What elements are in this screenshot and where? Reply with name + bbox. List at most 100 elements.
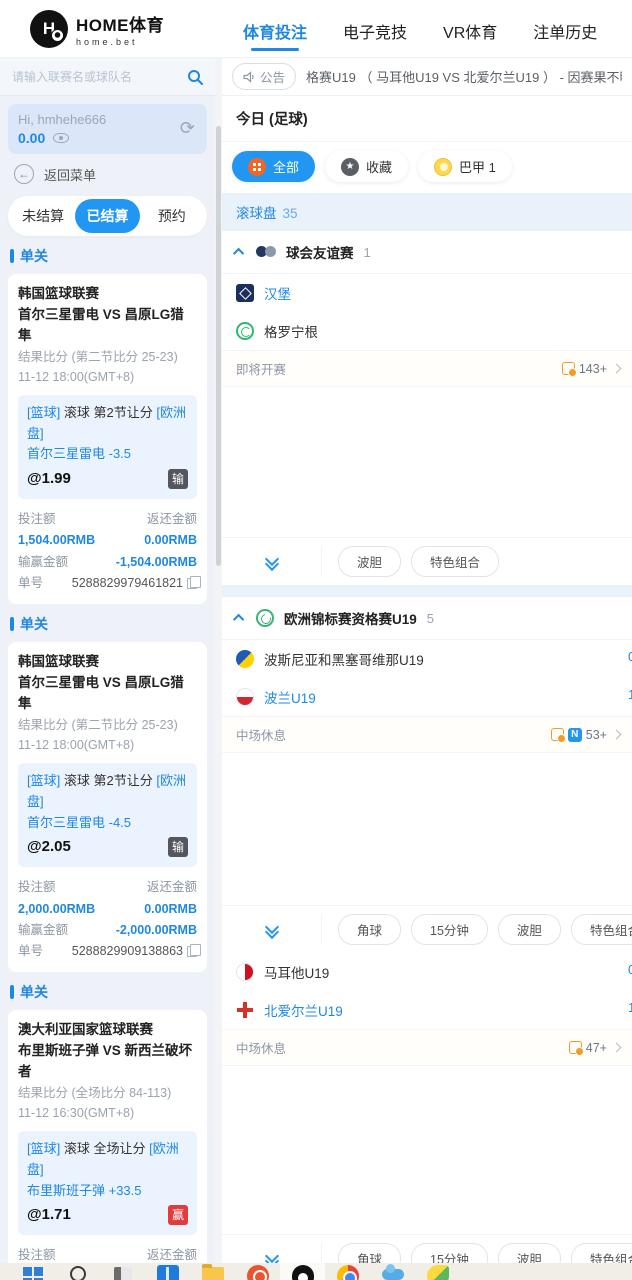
market-chip[interactable]: 波胆 (338, 546, 402, 577)
back-to-menu-label: 返回菜单 (44, 167, 97, 183)
bet-card: 韩国篮球联赛 首尔三星雷电 VS 昌原LG猎隼 结果比分 (第二节比分 25-2… (8, 274, 207, 605)
bet-time: 11-12 16:30(GMT+8) (18, 1106, 135, 1121)
sidebar-scrollbar[interactable] (215, 58, 222, 1280)
outcome-badge: 输 (168, 837, 188, 858)
main-nav: 体育投注 电子竞技 VR体育 注单历史 赛果 (243, 3, 632, 55)
collapse-chevron-icon[interactable] (232, 247, 245, 260)
taskbar-cloud-app[interactable] (370, 1263, 415, 1280)
team-row-home[interactable]: 马耳他U19 0 (222, 953, 632, 991)
chevron-right-icon[interactable] (611, 363, 622, 374)
taskbar-search-icon (69, 1266, 86, 1280)
double-chevron-down-icon (266, 924, 278, 936)
nav-sports-betting[interactable]: 体育投注 (243, 3, 307, 55)
bet-odds: @1.71 (27, 1206, 71, 1224)
announcement-badge: 公告 (232, 63, 297, 90)
bet-selection-box: [篮球] 滚球 第2节让分 [欧洲盘] 首尔三星雷电 -4.5 @2.05 输 (18, 762, 197, 868)
taskbar-file-explorer[interactable] (190, 1263, 235, 1280)
live-betting-row[interactable]: 滚球盘 35 (222, 193, 632, 231)
star-icon: ★ (341, 157, 360, 176)
bet-type-label: 单关 (10, 246, 205, 266)
taskbar-app-4[interactable] (415, 1263, 460, 1280)
scrollbar-thumb[interactable] (216, 126, 221, 566)
bet-selection-box: [篮球] 滚球 第2节让分 [欧洲盘] 首尔三星雷电 -3.5 @1.99 输 (18, 394, 197, 500)
league-filter-row: 全部 ★ 收藏 巴甲 1 (222, 142, 632, 193)
bet-league: 澳大利亚国家篮球联赛 (18, 1022, 153, 1038)
bet-selection: 首尔三星雷电 -3.5 (27, 446, 132, 462)
collapse-chevron-icon[interactable] (232, 613, 245, 626)
bet-card: 韩国篮球联赛 首尔三星雷电 VS 昌原LG猎隼 结果比分 (第二节比分 25-2… (8, 642, 207, 973)
taskbar-chrome[interactable] (325, 1263, 370, 1280)
bet-market: 滚球 全场让分 (63, 1141, 146, 1157)
taskbar-app-2[interactable] (145, 1263, 190, 1280)
home-team-name: 汉堡 (264, 287, 291, 302)
chrome-icon (336, 1265, 359, 1280)
expand-markets-button[interactable] (222, 546, 322, 577)
stake-value: 1,504.00RMB (18, 533, 96, 548)
team-row-home[interactable]: 波斯尼亚和黑塞哥维那U19 0 (222, 640, 632, 678)
taskbar-qq-active[interactable] (280, 1263, 325, 1280)
filter-all-label: 全部 (273, 160, 300, 175)
bet-league: 韩国篮球联赛 (18, 654, 99, 670)
chevron-right-icon[interactable] (611, 729, 622, 740)
bet-selection-box: [篮球] 滚球 全场让分 [欧洲盘] 布里斯班子弹 +33.5 @1.71 赢 (18, 1131, 197, 1236)
odds-area-blank (222, 387, 632, 537)
promo-coin-icon (561, 362, 577, 377)
taskbar-search[interactable] (55, 1263, 100, 1280)
bet-time: 11-12 18:00(GMT+8) (18, 369, 135, 384)
chevron-right-icon[interactable] (611, 1042, 622, 1053)
league-match-count: 1 (363, 244, 371, 260)
nav-bet-history[interactable]: 注单历史 (533, 3, 597, 55)
home-team-name: 马耳他U19 (264, 966, 330, 981)
team-row-away[interactable]: 波兰U19 1 (222, 678, 632, 716)
tab-settled[interactable]: 已结算 (75, 199, 140, 233)
outcome-badge: 输 (168, 469, 188, 490)
announcement-text[interactable]: 格赛U19 （ 马耳他U19 VS 北爱尔兰U19 ） - 因赛果不明确，赛果将 (306, 67, 622, 86)
taskbar-start[interactable] (10, 1263, 55, 1280)
filter-brazil-serie-a[interactable]: 巴甲 1 (418, 151, 512, 182)
team-row-home[interactable]: 汉堡 (222, 274, 632, 312)
league-group-euro-u19: 欧洲锦标赛资格赛U19 5 波斯尼亚和黑塞哥维那U19 0 波兰U19 1 中场… (222, 597, 632, 1280)
away-team-name: 北爱尔兰U19 (264, 1004, 343, 1019)
all-leagues-icon (248, 157, 266, 176)
filter-all[interactable]: 全部 (232, 151, 316, 182)
bet-sport-tag: [篮球] (27, 1141, 61, 1157)
return-label: 返还金额 (146, 880, 197, 895)
bet-selection: 首尔三星雷电 -4.5 (27, 814, 132, 830)
nav-vr-sports[interactable]: VR体育 (443, 3, 497, 55)
eye-icon[interactable] (53, 133, 70, 143)
team-row-away[interactable]: 格罗宁根 (222, 312, 632, 350)
tab-reserved[interactable]: 预约 (140, 199, 204, 233)
bet-teams: 首尔三星雷电 VS 昌原LG猎隼 (18, 306, 184, 343)
tab-unsettled[interactable]: 未结算 (11, 199, 75, 233)
order-number: 5288829979461821 (71, 575, 183, 590)
market-chip[interactable]: 特色组合 (411, 546, 500, 577)
nav-esports[interactable]: 电子竞技 (343, 3, 407, 55)
northern-ireland-flag-icon (236, 1001, 254, 1019)
market-chip[interactable]: 特色组合 (570, 914, 632, 945)
bet-teams: 首尔三星雷电 VS 昌原LG猎隼 (18, 675, 184, 711)
copy-icon[interactable] (187, 576, 201, 590)
search-input[interactable] (12, 69, 187, 84)
market-chip[interactable]: 波胆 (497, 914, 561, 945)
taskbar-app-3[interactable] (235, 1263, 280, 1280)
filter-favorites[interactable]: ★ 收藏 (325, 151, 409, 182)
bet-amounts: 投注额 返还金额 2,000.00RMB 0.00RMB 输赢金额 -2,000.00… (18, 877, 201, 962)
page-title: 今日 (足球) (222, 96, 632, 142)
team-row-away[interactable]: 北爱尔兰U19 1 (222, 991, 632, 1029)
market-chip[interactable]: 角球 (338, 914, 402, 945)
refresh-icon[interactable]: ⟳ (180, 118, 195, 139)
back-to-menu-button[interactable]: ← 返回菜单 (8, 154, 207, 194)
match-status-row: 中场休息 47+ (222, 1029, 632, 1066)
taskbar-app-1[interactable] (100, 1263, 145, 1280)
bet-type-label: 单关 (10, 982, 205, 1002)
away-team-name: 格罗宁根 (264, 325, 318, 340)
copy-icon[interactable] (187, 944, 201, 958)
qq-penguin-icon (291, 1265, 314, 1280)
league-group-header[interactable]: 球会友谊赛 1 (222, 231, 632, 274)
market-chip[interactable]: 15分钟 (411, 914, 488, 945)
league-group-header[interactable]: 欧洲锦标赛资格赛U19 5 (222, 597, 632, 640)
logo[interactable]: H HOME体育 home.bet (0, 9, 215, 48)
search-icon[interactable] (187, 69, 203, 85)
expand-markets-button[interactable] (222, 914, 322, 945)
malta-flag-icon (236, 963, 254, 981)
